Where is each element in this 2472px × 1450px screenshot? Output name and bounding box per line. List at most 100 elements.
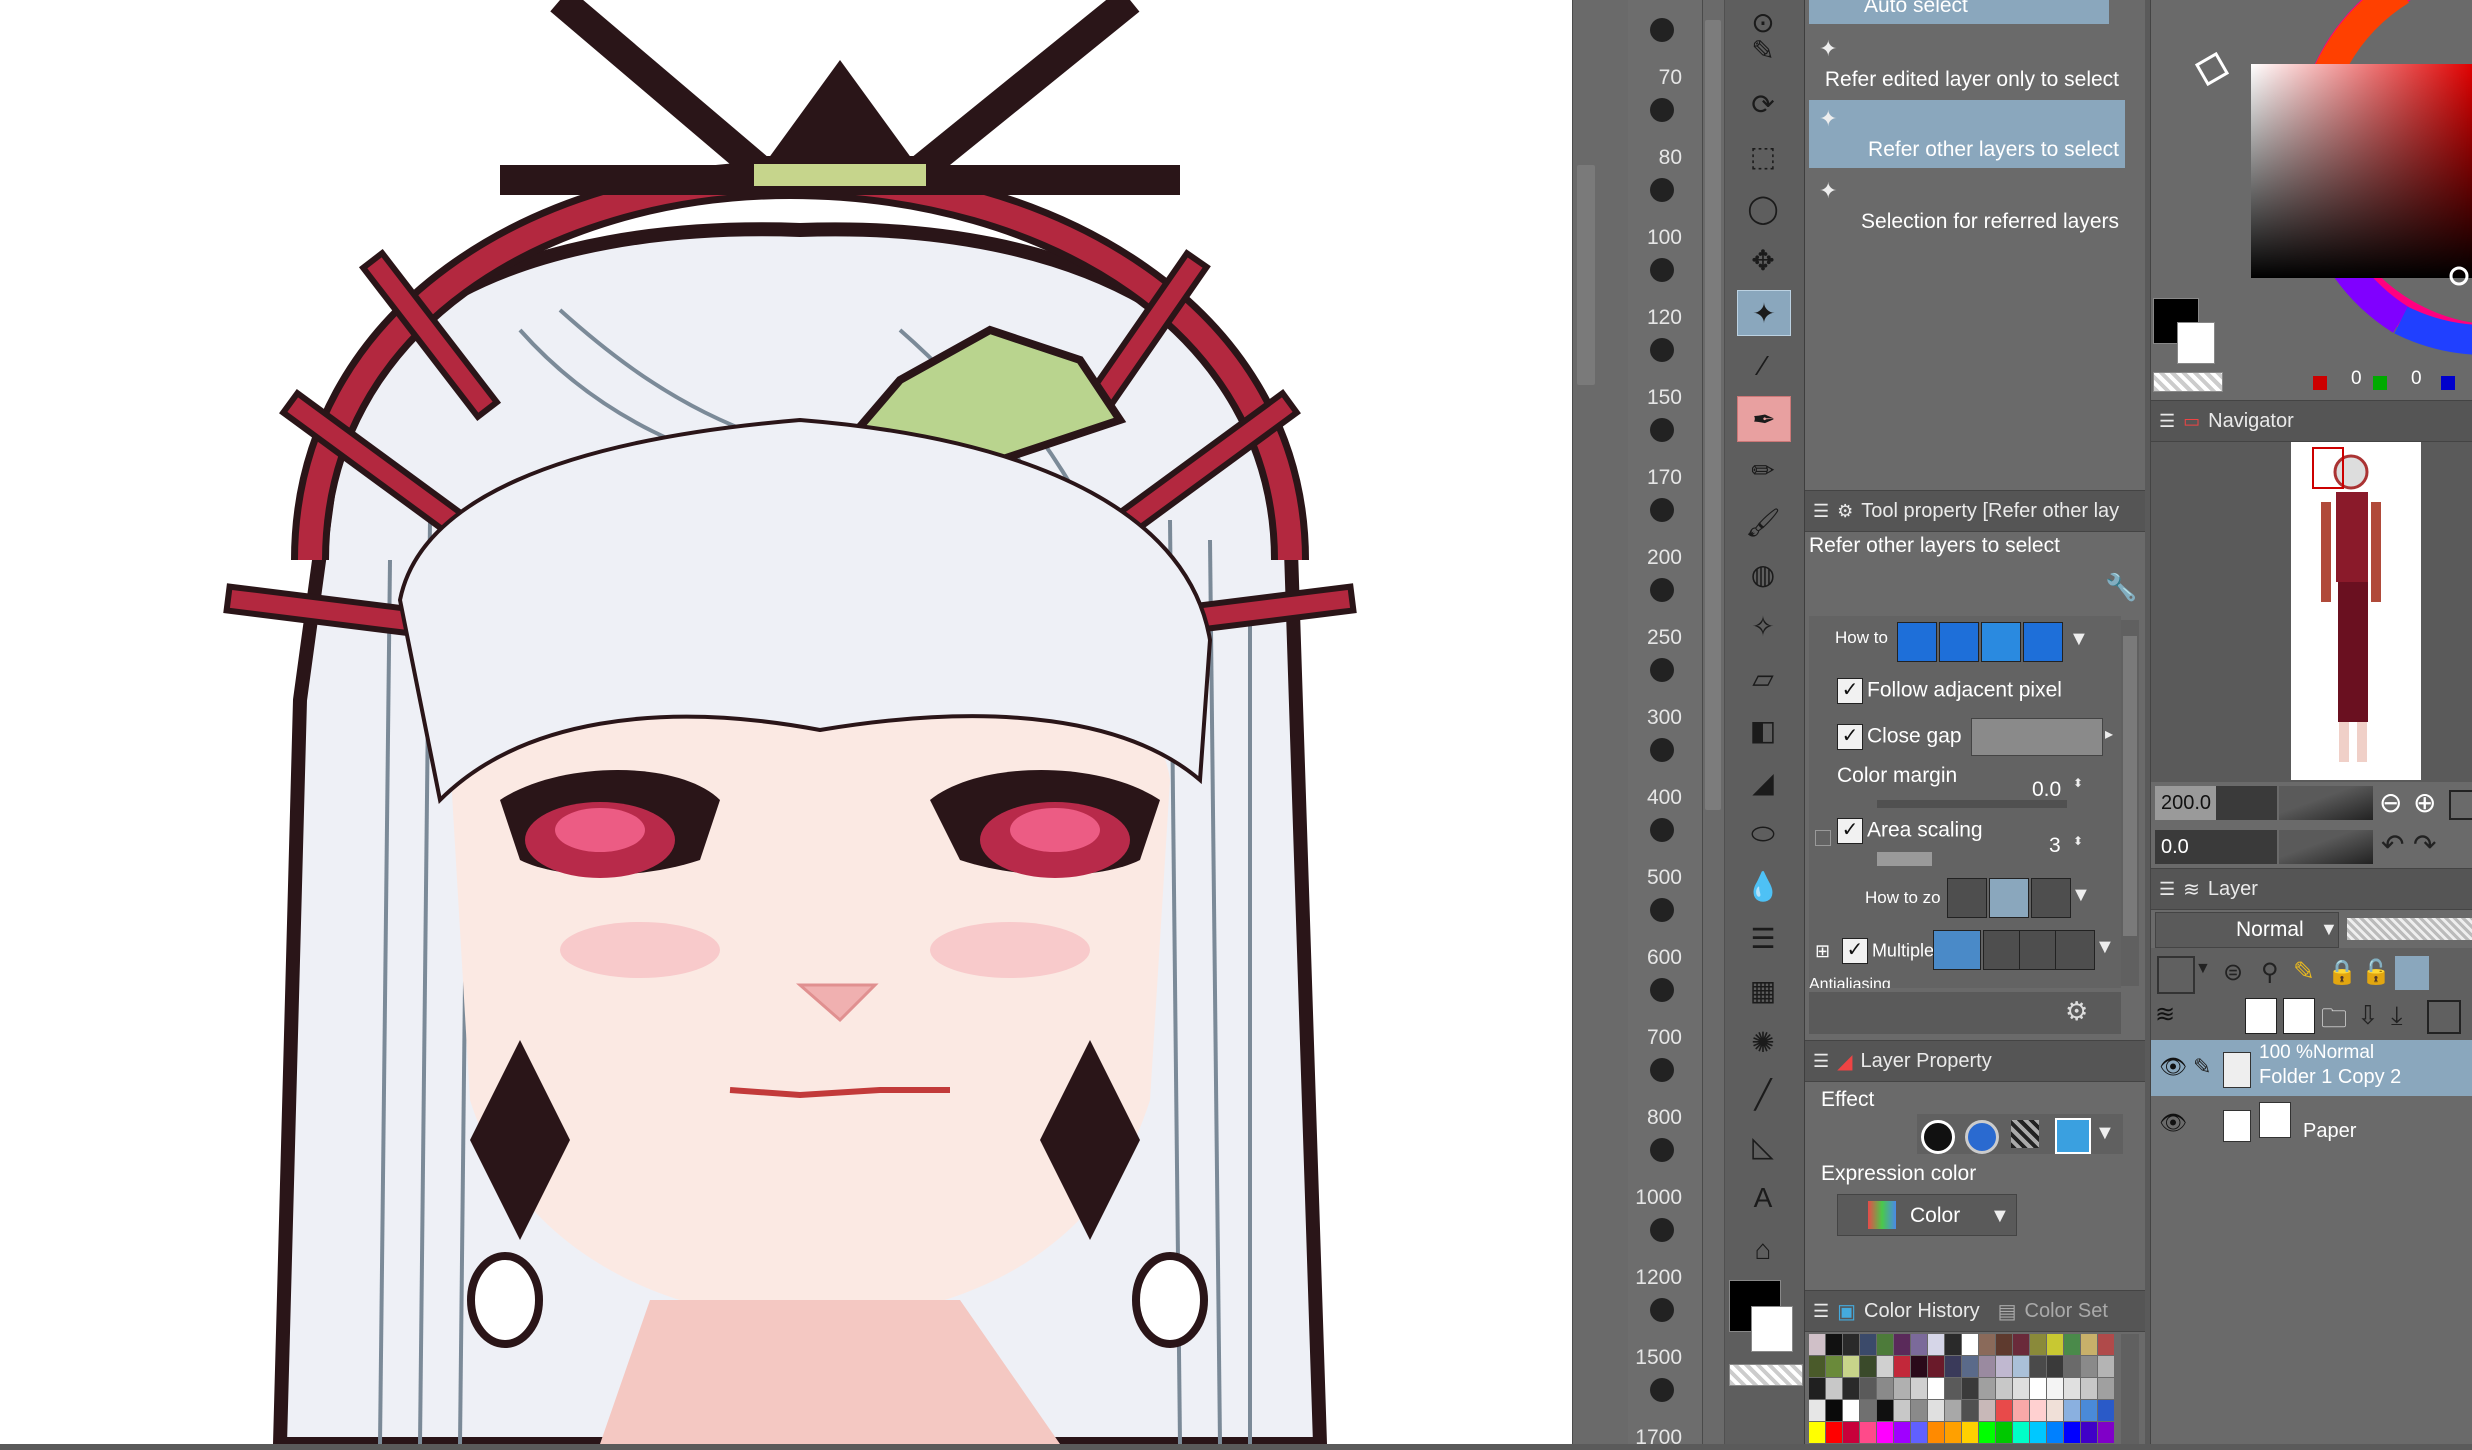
- layer-panel-header[interactable]: ☰ ≋ Layer: [2151, 868, 2472, 910]
- selection-icon[interactable]: ⬭: [1737, 812, 1789, 856]
- color-margin-slider[interactable]: [1877, 800, 2067, 808]
- color-swatch[interactable]: [1860, 1356, 1876, 1377]
- panel-menu-icon[interactable]: ☰: [2159, 879, 2175, 900]
- area-scaling-slider-fill[interactable]: [1877, 852, 1932, 866]
- color-swatch[interactable]: [2047, 1356, 2063, 1377]
- gradient-icon[interactable]: ◧: [1737, 708, 1789, 752]
- color-swatch[interactable]: [1945, 1400, 1961, 1421]
- color-swatch[interactable]: [1928, 1400, 1944, 1421]
- eraser-icon[interactable]: ▱: [1737, 656, 1789, 700]
- color-swatch[interactable]: [1911, 1356, 1927, 1377]
- color-swatch[interactable]: [2064, 1422, 2080, 1443]
- color-swatch[interactable]: [1877, 1334, 1893, 1355]
- navigator-preview-area[interactable]: [2151, 442, 2472, 782]
- color-swatch[interactable]: [1826, 1400, 1842, 1421]
- color-swatch[interactable]: [1843, 1422, 1859, 1443]
- area-scaling-checkbox[interactable]: ✓: [1837, 818, 1863, 844]
- color-swatch[interactable]: [1996, 1400, 2012, 1421]
- color-wheel[interactable]: [2151, 0, 2472, 370]
- color-swatch[interactable]: [1826, 1356, 1842, 1377]
- zoom-mode-button-1[interactable]: [1947, 878, 1987, 918]
- size-dot[interactable]: [1650, 178, 1674, 202]
- color-swatch[interactable]: [1928, 1334, 1944, 1355]
- add-selection-mode-button[interactable]: [1939, 622, 1979, 662]
- size-dot[interactable]: [1650, 1298, 1674, 1322]
- color-swatch[interactable]: [1809, 1422, 1825, 1443]
- zoom-mode-button-3[interactable]: [2031, 878, 2071, 918]
- area-scaling-value[interactable]: 3: [2049, 834, 2061, 858]
- size-dot[interactable]: [1650, 418, 1674, 442]
- size-dot[interactable]: [1650, 738, 1674, 762]
- size-dot[interactable]: [1650, 818, 1674, 842]
- close-gap-level-selector[interactable]: [1971, 718, 2103, 756]
- follow-adjacent-row[interactable]: ✓ Follow adjacent pixel: [1837, 678, 2062, 704]
- eye-icon[interactable]: 👁: [2159, 1054, 2187, 1080]
- size-dot[interactable]: [1650, 498, 1674, 522]
- color-history-tab[interactable]: Color History: [1864, 1300, 1980, 1323]
- close-gap-checkbox[interactable]: ✓: [1837, 724, 1863, 750]
- color-swatch[interactable]: [2013, 1356, 2029, 1377]
- color-swatch[interactable]: [2098, 1334, 2114, 1355]
- color-swatch[interactable]: [1843, 1400, 1859, 1421]
- color-swatch[interactable]: [1962, 1422, 1978, 1443]
- color-swatch[interactable]: [1911, 1378, 1927, 1399]
- color-swatch[interactable]: [1877, 1400, 1893, 1421]
- color-swatch[interactable]: [1894, 1356, 1910, 1377]
- chevron-down-icon[interactable]: ▼: [2071, 884, 2091, 907]
- zoom-slider[interactable]: [2279, 786, 2373, 820]
- auto-select-wand-icon[interactable]: ✦: [1737, 290, 1791, 336]
- canvas-scroll-thumb[interactable]: [1577, 165, 1595, 385]
- ruler-scroll-thumb[interactable]: [1705, 20, 1721, 810]
- color-swatch[interactable]: [2030, 1378, 2046, 1399]
- texture-effect-icon[interactable]: [2011, 1120, 2039, 1148]
- color-swatch[interactable]: [1979, 1378, 1995, 1399]
- move-icon[interactable]: ✥: [1737, 238, 1789, 282]
- new-vector-layer-icon[interactable]: [2283, 998, 2315, 1034]
- reference-layer-icon[interactable]: ⚲: [2261, 958, 2279, 987]
- rotate-icon[interactable]: ⟳: [1737, 82, 1789, 126]
- panel-menu-icon[interactable]: ☰: [1813, 1301, 1829, 1322]
- plus-icon[interactable]: ⊞: [1815, 941, 1830, 961]
- border-effect-icon[interactable]: [1921, 1120, 1955, 1154]
- color-swatch[interactable]: [2081, 1334, 2097, 1355]
- subtool-refer-other[interactable]: ✦ Refer other layers to select: [1809, 100, 2125, 168]
- color-swatch[interactable]: [2081, 1356, 2097, 1377]
- size-dot[interactable]: [1650, 98, 1674, 122]
- color-swatch[interactable]: [1877, 1422, 1893, 1443]
- operation-icon[interactable]: ⬚: [1737, 134, 1789, 178]
- color-swatch[interactable]: [1843, 1378, 1859, 1399]
- tool-property-scrollbar[interactable]: [2121, 620, 2139, 986]
- color-swatch[interactable]: [1911, 1400, 1927, 1421]
- intersect-selection-mode-button[interactable]: [2023, 622, 2063, 662]
- text-icon[interactable]: A: [1737, 1176, 1789, 1220]
- layer-row-folder[interactable]: 👁 ✎ 100 %Normal Folder 1 Copy 2: [2151, 1040, 2472, 1096]
- spinner-icon[interactable]: ⬍: [2073, 834, 2083, 848]
- size-dot[interactable]: [1650, 338, 1674, 362]
- mask-enable-icon[interactable]: [2395, 956, 2429, 990]
- size-dot[interactable]: [1650, 1058, 1674, 1082]
- multiple-referring-button-4[interactable]: [2055, 930, 2095, 970]
- color-swatch[interactable]: [1860, 1378, 1876, 1399]
- color-swatch[interactable]: [2064, 1356, 2080, 1377]
- color-swatch[interactable]: [1911, 1334, 1927, 1355]
- burst-icon[interactable]: ✺: [1737, 1020, 1789, 1064]
- color-swatch[interactable]: [1962, 1400, 1978, 1421]
- color-swatch[interactable]: [1860, 1422, 1876, 1443]
- multiple-checkbox[interactable]: ✓: [1841, 938, 1868, 964]
- color-swatch[interactable]: [2081, 1400, 2097, 1421]
- color-swatch[interactable]: [1945, 1422, 1961, 1443]
- multiple-referring-button-3[interactable]: [2019, 930, 2059, 970]
- eye-icon[interactable]: 👁: [2159, 1110, 2187, 1136]
- color-swatch[interactable]: [1877, 1378, 1893, 1399]
- new-selection-mode-button[interactable]: [1897, 622, 1937, 662]
- tone-effect-icon[interactable]: [1965, 1120, 1999, 1154]
- size-dot[interactable]: [1650, 978, 1674, 1002]
- color-swatch[interactable]: [1809, 1378, 1825, 1399]
- blend-mode-dropdown[interactable]: Normal ▼: [2155, 912, 2339, 948]
- color-swatch[interactable]: [1826, 1378, 1842, 1399]
- chevron-down-icon[interactable]: ▼: [2095, 1122, 2115, 1145]
- area-scaling-row[interactable]: ✓ Area scaling: [1837, 818, 1983, 844]
- eyedropper-icon[interactable]: ✎: [1737, 28, 1789, 72]
- color-swatch[interactable]: [1928, 1356, 1944, 1377]
- lock-icon[interactable]: 🔒: [2327, 958, 2357, 987]
